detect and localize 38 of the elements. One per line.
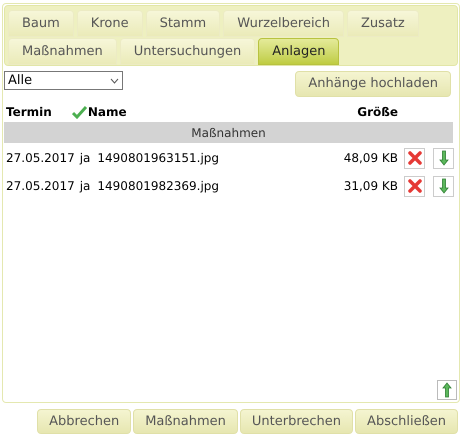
tab[interactable]: Wurzelbereich [223,10,344,37]
scroll-top-button[interactable] [437,380,457,400]
tab[interactable]: Stamm [146,10,220,37]
footer-button[interactable]: Maßnahmen [133,409,238,434]
check-icon [72,106,87,118]
date-cell-text: 27.05.2017 [6,150,75,167]
file-name-cell-text: 1490801982369.jpg [97,178,220,195]
down-arrow-icon [438,178,448,194]
download-button[interactable] [433,176,454,196]
tab[interactable]: Untersuchungen [120,38,256,65]
chevron-down-icon [110,78,119,84]
size-cell-text: 48,09 KB [344,150,398,167]
flag-cell-text: ja [80,150,90,167]
footer-button[interactable]: Abschließen [355,409,458,434]
down-arrow-icon [438,150,448,166]
delete-button[interactable] [404,176,425,196]
group-header: Maßnahmen [4,122,453,143]
upload-button[interactable]: Anhänge hochladen [295,71,451,97]
close-icon [408,179,422,193]
download-button[interactable] [433,148,454,168]
column-header: Größe [357,104,398,121]
tab[interactable]: Zusatz [346,10,419,37]
file-name-cell-text: 1490801963151.jpg [97,150,220,167]
flag-cell-text: ja [80,178,90,195]
up-arrow-icon [442,382,452,398]
tab[interactable]: Krone [76,10,143,37]
tab[interactable]: Maßnahmen [8,38,117,65]
footer-button[interactable]: Unterbrechen [240,409,354,434]
tab[interactable]: Baum [8,10,74,37]
close-icon [408,151,422,165]
tab[interactable]: Anlagen [258,38,340,65]
filter-select[interactable]: Alle [4,71,123,90]
column-header: Name [88,104,127,121]
date-cell-text: 27.05.2017 [6,178,75,195]
delete-button[interactable] [404,148,425,168]
size-cell-text: 31,09 KB [344,178,398,195]
column-header: Termin [6,104,52,121]
footer-button[interactable]: Abbrechen [37,409,132,434]
